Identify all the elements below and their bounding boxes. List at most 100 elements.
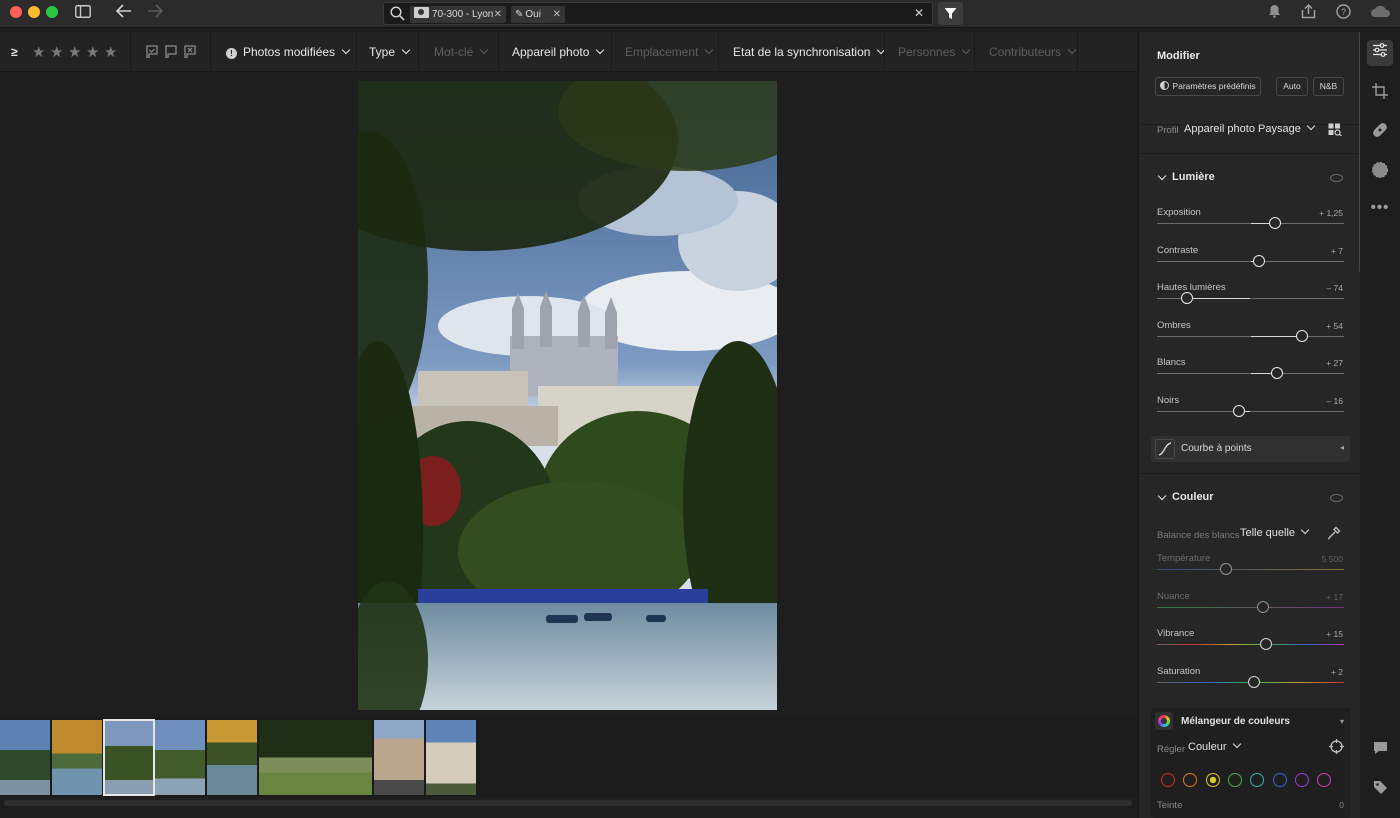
- share-icon[interactable]: [1299, 3, 1317, 23]
- adjust-dropdown[interactable]: Couleur: [1188, 739, 1241, 753]
- flag-picked-icon[interactable]: [146, 45, 158, 61]
- slider-knob[interactable]: [1219, 563, 1232, 575]
- light-section-header[interactable]: Lumière: [1139, 171, 1361, 185]
- rating-operator[interactable]: ≥: [11, 44, 18, 60]
- rating-star-icon[interactable]: ★: [104, 43, 117, 61]
- zoom-window-button[interactable]: [46, 6, 58, 18]
- edit-sliders-icon[interactable]: [1367, 40, 1393, 66]
- color-mixer-label[interactable]: Mélangeur de couleurs: [1181, 716, 1290, 727]
- bell-icon[interactable]: [1265, 4, 1283, 22]
- search-chip-lens[interactable]: 70-300 - Lyon ✕: [410, 6, 506, 23]
- masking-icon[interactable]: [1367, 161, 1393, 187]
- slider-track[interactable]: [1157, 217, 1344, 229]
- slider-knob[interactable]: [1232, 405, 1245, 417]
- slider-knob[interactable]: [1257, 600, 1270, 613]
- target-adjust-icon[interactable]: [1329, 739, 1344, 757]
- rating-star-icon[interactable]: ★: [68, 43, 81, 61]
- slider-value[interactable]: + 15: [1326, 629, 1343, 639]
- flag-rejected-icon[interactable]: [184, 45, 196, 61]
- auto-button[interactable]: Auto: [1276, 77, 1308, 96]
- eyedropper-icon[interactable]: [1327, 526, 1341, 543]
- filmstrip-thumbnail[interactable]: [52, 720, 102, 795]
- slider-track[interactable]: [1157, 563, 1344, 575]
- slider-value[interactable]: – 16: [1326, 396, 1343, 406]
- expand-arrow-icon[interactable]: ▾: [1340, 717, 1344, 726]
- slider-value[interactable]: + 1,25: [1319, 208, 1343, 218]
- flag-unflagged-icon[interactable]: [165, 45, 177, 61]
- profile-browser-icon[interactable]: [1328, 123, 1342, 139]
- filter-edited-photos[interactable]: ! Photos modifiées: [226, 44, 351, 60]
- color-swatch[interactable]: [1205, 773, 1220, 787]
- slider-track[interactable]: [1157, 600, 1344, 613]
- color-swatch[interactable]: [1272, 773, 1287, 787]
- slider-track[interactable]: [1157, 367, 1344, 380]
- help-icon[interactable]: ?: [1334, 4, 1352, 23]
- slider-value[interactable]: + 17: [1326, 592, 1343, 602]
- slider-knob[interactable]: [1269, 217, 1282, 229]
- slider-track[interactable]: [1157, 638, 1344, 651]
- arrow-right-icon[interactable]: [146, 4, 164, 22]
- filmstrip-thumbnail[interactable]: [259, 720, 372, 795]
- search-field[interactable]: 70-300 - Lyon ✕ ✎ Oui ✕ ✕: [383, 2, 933, 25]
- slider-track[interactable]: [1157, 329, 1344, 342]
- scrollbar-thumb[interactable]: [4, 800, 1132, 806]
- healing-bandage-icon[interactable]: [1367, 121, 1393, 147]
- color-swatch[interactable]: [1161, 773, 1175, 787]
- visibility-eye-icon[interactable]: [1330, 494, 1343, 502]
- slider-knob[interactable]: [1271, 367, 1284, 380]
- slider-value[interactable]: + 2: [1331, 667, 1343, 677]
- rating-star-icon[interactable]: ★: [32, 43, 45, 61]
- slider-knob[interactable]: [1248, 675, 1261, 688]
- color-section-header[interactable]: Couleur: [1139, 491, 1361, 505]
- color-swatch[interactable]: [1294, 773, 1309, 787]
- crop-icon[interactable]: [1367, 82, 1393, 108]
- slider-value[interactable]: 5 500: [1322, 554, 1343, 564]
- slider-knob[interactable]: [1260, 638, 1273, 651]
- slider-knob[interactable]: [1295, 329, 1308, 342]
- filter-people[interactable]: Personnes: [898, 44, 971, 60]
- color-swatch[interactable]: [1250, 773, 1265, 787]
- comment-icon[interactable]: [1367, 738, 1393, 764]
- arrow-left-icon[interactable]: [115, 4, 133, 22]
- filmstrip-thumbnail[interactable]: [426, 720, 476, 795]
- color-swatch[interactable]: [1227, 773, 1242, 787]
- slider-knob[interactable]: [1253, 254, 1266, 267]
- white-balance-dropdown[interactable]: Telle quelle: [1240, 525, 1310, 539]
- rating-star-icon[interactable]: ★: [86, 43, 99, 61]
- horizontal-scrollbar[interactable]: [0, 797, 1137, 818]
- rating-star-icon[interactable]: ★: [50, 43, 63, 61]
- color-swatch[interactable]: [1317, 773, 1332, 787]
- filmstrip-thumbnail-selected[interactable]: [103, 719, 155, 796]
- close-window-button[interactable]: [10, 6, 22, 18]
- search-chip-edited[interactable]: ✎ Oui ✕: [511, 6, 565, 23]
- profile-dropdown[interactable]: Appareil photo Paysage: [1184, 121, 1316, 135]
- filmstrip-thumbnail[interactable]: [207, 720, 257, 795]
- filter-location[interactable]: Emplacement: [625, 44, 714, 60]
- slider-value[interactable]: – 74: [1326, 283, 1343, 293]
- slider-knob[interactable]: [1180, 292, 1193, 305]
- slider-track[interactable]: [1157, 675, 1344, 688]
- filmstrip-thumbnail[interactable]: [155, 720, 205, 795]
- filter-camera[interactable]: Appareil photo: [512, 44, 605, 60]
- remove-chip-icon[interactable]: ✕: [494, 6, 502, 23]
- point-curve-row[interactable]: Courbe à points ◂: [1151, 436, 1350, 462]
- presets-button[interactable]: Paramètres prédéfinis: [1155, 77, 1261, 96]
- visibility-eye-icon[interactable]: [1330, 174, 1343, 182]
- filmstrip-thumbnail[interactable]: [0, 720, 50, 795]
- filter-sync-status[interactable]: Etat de la synchronisation: [733, 44, 886, 60]
- more-icon[interactable]: •••: [1367, 195, 1393, 221]
- cloud-icon[interactable]: [1370, 4, 1392, 22]
- filter-keyword[interactable]: Mot-clé: [434, 44, 489, 60]
- filter-type[interactable]: Type: [369, 44, 411, 60]
- minimize-window-button[interactable]: [28, 6, 40, 18]
- slider-track[interactable]: [1157, 405, 1344, 417]
- main-photo[interactable]: [358, 81, 777, 710]
- slider-track[interactable]: [1157, 292, 1344, 305]
- tag-icon[interactable]: [1367, 778, 1393, 804]
- filmstrip-thumbnail[interactable]: [374, 720, 424, 795]
- filter-contributors[interactable]: Contributeurs: [989, 44, 1077, 60]
- slider-value[interactable]: + 54: [1326, 321, 1343, 331]
- slider-value[interactable]: + 27: [1326, 358, 1343, 368]
- slider-value[interactable]: + 7: [1331, 246, 1343, 256]
- remove-chip-icon[interactable]: ✕: [553, 6, 561, 23]
